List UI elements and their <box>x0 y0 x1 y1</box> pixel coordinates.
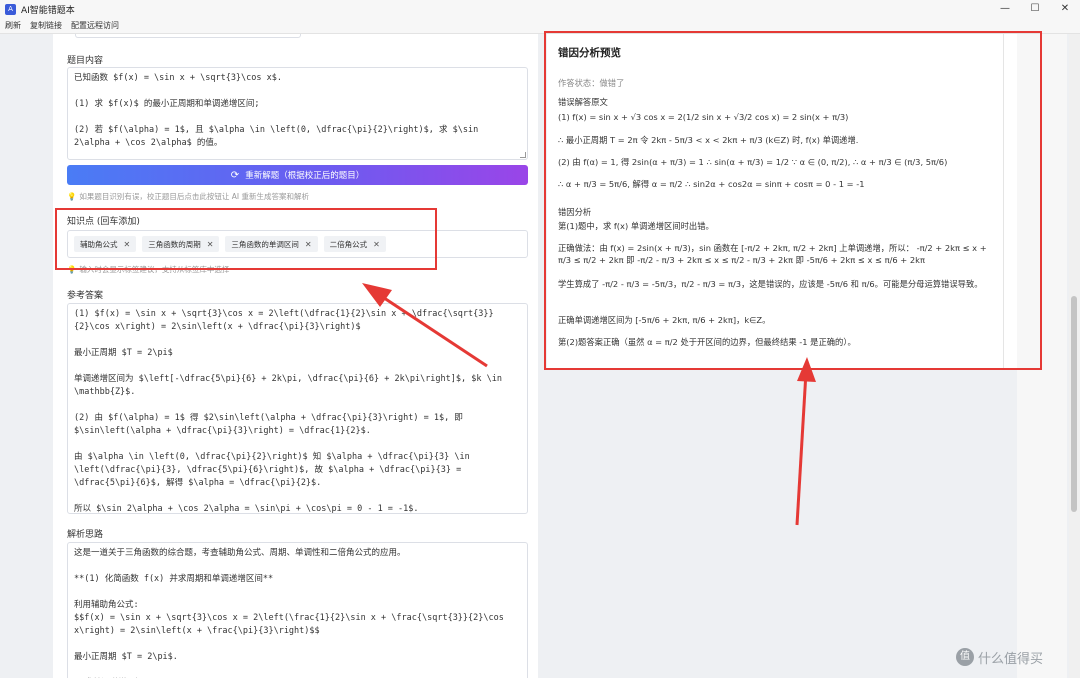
arrow-to-tags <box>362 283 488 368</box>
watermark-logo: 值 <box>956 648 974 666</box>
annotation-arrows <box>362 283 816 526</box>
arrow-to-panel <box>795 357 816 526</box>
watermark-text: 什么值得买 <box>978 651 1044 667</box>
watermark: 值 什么值得买 <box>956 646 1076 668</box>
